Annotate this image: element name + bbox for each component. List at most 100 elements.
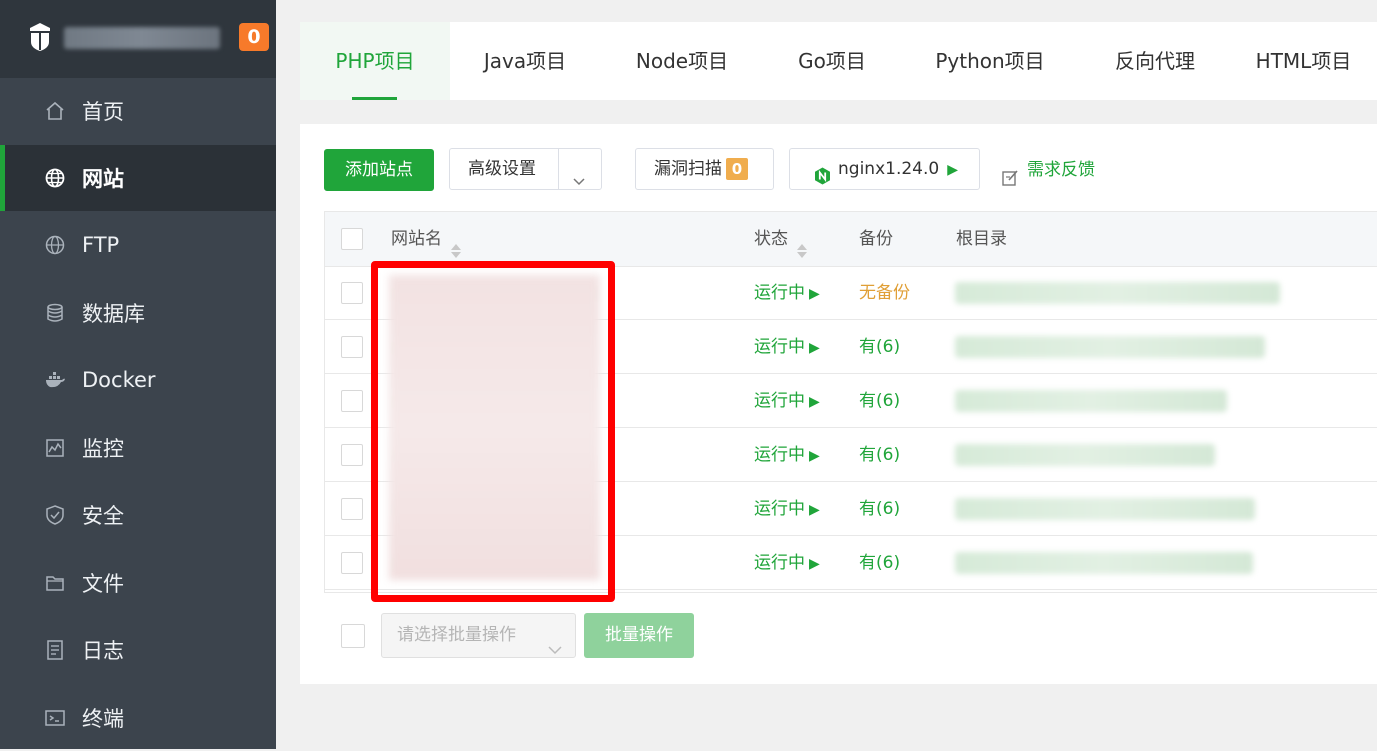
batch-operation-button[interactable]: 批量操作: [584, 613, 694, 658]
status-running[interactable]: 运行中 ▶: [754, 428, 820, 482]
row-checkbox[interactable]: [341, 552, 363, 574]
column-header-backup: 备份: [859, 229, 893, 249]
sidebar-item-label: 日志: [82, 639, 124, 663]
row-checkbox[interactable]: [341, 336, 363, 358]
docker-icon: [44, 369, 66, 391]
site-list-panel: 添加站点 高级设置 漏洞扫描 0 nginx1.24.0 ▶ 需求反馈 网站名 状态: [300, 124, 1377, 684]
column-header-name[interactable]: 网站名: [391, 212, 462, 266]
log-icon: [44, 639, 66, 661]
root-path-blurred[interactable]: [955, 552, 1253, 574]
column-header-status[interactable]: 状态: [754, 212, 808, 266]
backup-status[interactable]: 有(6): [859, 536, 900, 590]
table-row: 运行中 ▶ 有(6): [325, 482, 1377, 536]
tab-node[interactable]: Node项目: [600, 22, 764, 100]
sidebar-item-ftp[interactable]: FTP: [0, 212, 276, 278]
batch-operation-select[interactable]: 请选择批量操作: [381, 613, 576, 658]
sidebar-item-database[interactable]: 数据库: [0, 280, 276, 346]
root-path-blurred[interactable]: [955, 390, 1227, 412]
notification-badge[interactable]: 0: [239, 23, 269, 51]
sidebar-item-label: 文件: [82, 572, 124, 596]
column-header-label: 状态: [754, 229, 788, 249]
edit-icon: [1001, 161, 1019, 186]
backup-status[interactable]: 无备份: [859, 266, 910, 320]
advanced-settings-label: 高级设置: [468, 159, 536, 179]
status-running[interactable]: 运行中 ▶: [754, 536, 820, 590]
play-icon: ▶: [809, 556, 820, 572]
root-path-blurred[interactable]: [955, 336, 1265, 358]
feedback-label: 需求反馈: [1027, 160, 1095, 180]
dropdown-divider: [558, 149, 559, 189]
add-site-button[interactable]: 添加站点: [324, 149, 434, 191]
table-row: 运行中 ▶ 有(6): [325, 536, 1377, 590]
backup-status[interactable]: 有(6): [859, 320, 900, 374]
database-icon: [44, 302, 66, 324]
nginx-icon: [814, 160, 831, 185]
root-path-blurred[interactable]: [955, 498, 1255, 520]
status-label: 运行中: [754, 283, 805, 303]
sidebar-item-label: 网站: [82, 167, 124, 191]
chevron-down-icon: [572, 163, 586, 186]
table-row: 运行中 ▶ 有(6): [325, 428, 1377, 482]
tab-java[interactable]: Java项目: [450, 22, 600, 100]
row-checkbox[interactable]: [341, 444, 363, 466]
nginx-button[interactable]: nginx1.24.0 ▶: [789, 148, 980, 190]
play-icon: ▶: [947, 162, 958, 178]
shield-icon: [44, 504, 66, 526]
tab-go[interactable]: Go项目: [764, 22, 900, 100]
sidebar-item-label: FTP: [82, 233, 120, 257]
sidebar-item-label: Docker: [82, 368, 156, 392]
status-running[interactable]: 运行中 ▶: [754, 482, 820, 536]
advanced-settings-dropdown[interactable]: 高级设置: [449, 148, 602, 190]
status-label: 运行中: [754, 499, 805, 519]
status-running[interactable]: 运行中 ▶: [754, 320, 820, 374]
select-all-checkbox[interactable]: [341, 228, 363, 250]
site-name-blurred[interactable]: [395, 285, 595, 303]
sidebar-header: 0: [0, 0, 276, 78]
site-name-blurred[interactable]: [395, 447, 540, 465]
play-icon: ▶: [809, 502, 820, 518]
site-name-blurred[interactable]: [395, 555, 570, 573]
sidebar-item-label: 终端: [82, 707, 124, 731]
root-path-blurred[interactable]: [955, 444, 1215, 466]
batch-select-all-checkbox[interactable]: [341, 624, 365, 648]
sidebar-item-website[interactable]: 网站: [0, 145, 276, 211]
backup-status[interactable]: 有(6): [859, 482, 900, 536]
status-label: 运行中: [754, 553, 805, 573]
nginx-version-label: nginx1.24.0: [838, 159, 940, 179]
site-name-blurred[interactable]: [395, 393, 550, 411]
chevron-down-icon: [547, 630, 563, 655]
sidebar-item-logs[interactable]: 日志: [0, 617, 276, 683]
vuln-scan-button[interactable]: 漏洞扫描 0: [635, 148, 774, 190]
sidebar: 0 首页 网站 FTP 数据库 Docker 监控 安全 文件 日志 终端: [0, 0, 276, 749]
folder-icon: [44, 572, 66, 594]
site-name-blurred[interactable]: [395, 501, 575, 519]
tab-html[interactable]: HTML项目: [1230, 22, 1377, 100]
status-running[interactable]: 运行中 ▶: [754, 374, 820, 428]
site-name-blurred[interactable]: [395, 339, 585, 357]
tab-php[interactable]: PHP项目: [300, 22, 450, 100]
status-running[interactable]: 运行中 ▶: [754, 266, 820, 320]
status-label: 运行中: [754, 391, 805, 411]
backup-status[interactable]: 有(6): [859, 428, 900, 482]
root-path-blurred[interactable]: [955, 282, 1280, 304]
row-checkbox[interactable]: [341, 498, 363, 520]
feedback-link[interactable]: 需求反馈: [1001, 149, 1095, 191]
sidebar-item-security[interactable]: 安全: [0, 482, 276, 548]
sidebar-item-monitor[interactable]: 监控: [0, 415, 276, 481]
row-checkbox[interactable]: [341, 390, 363, 412]
sidebar-item-docker[interactable]: Docker: [0, 347, 276, 413]
sidebar-item-home[interactable]: 首页: [0, 78, 276, 144]
table-header: 网站名 状态 备份 根目录: [325, 212, 1377, 267]
row-checkbox[interactable]: [341, 282, 363, 304]
batch-select-placeholder: 请选择批量操作: [397, 625, 516, 645]
sidebar-item-terminal[interactable]: 终端: [0, 685, 276, 751]
tab-python[interactable]: Python项目: [900, 22, 1080, 100]
play-icon: ▶: [809, 340, 820, 356]
backup-status[interactable]: 有(6): [859, 374, 900, 428]
tab-reverse-proxy[interactable]: 反向代理: [1080, 22, 1230, 100]
sidebar-item-label: 首页: [82, 100, 124, 124]
play-icon: ▶: [809, 394, 820, 410]
home-icon: [44, 100, 66, 122]
sidebar-item-files[interactable]: 文件: [0, 550, 276, 616]
globe-icon: [44, 167, 66, 189]
